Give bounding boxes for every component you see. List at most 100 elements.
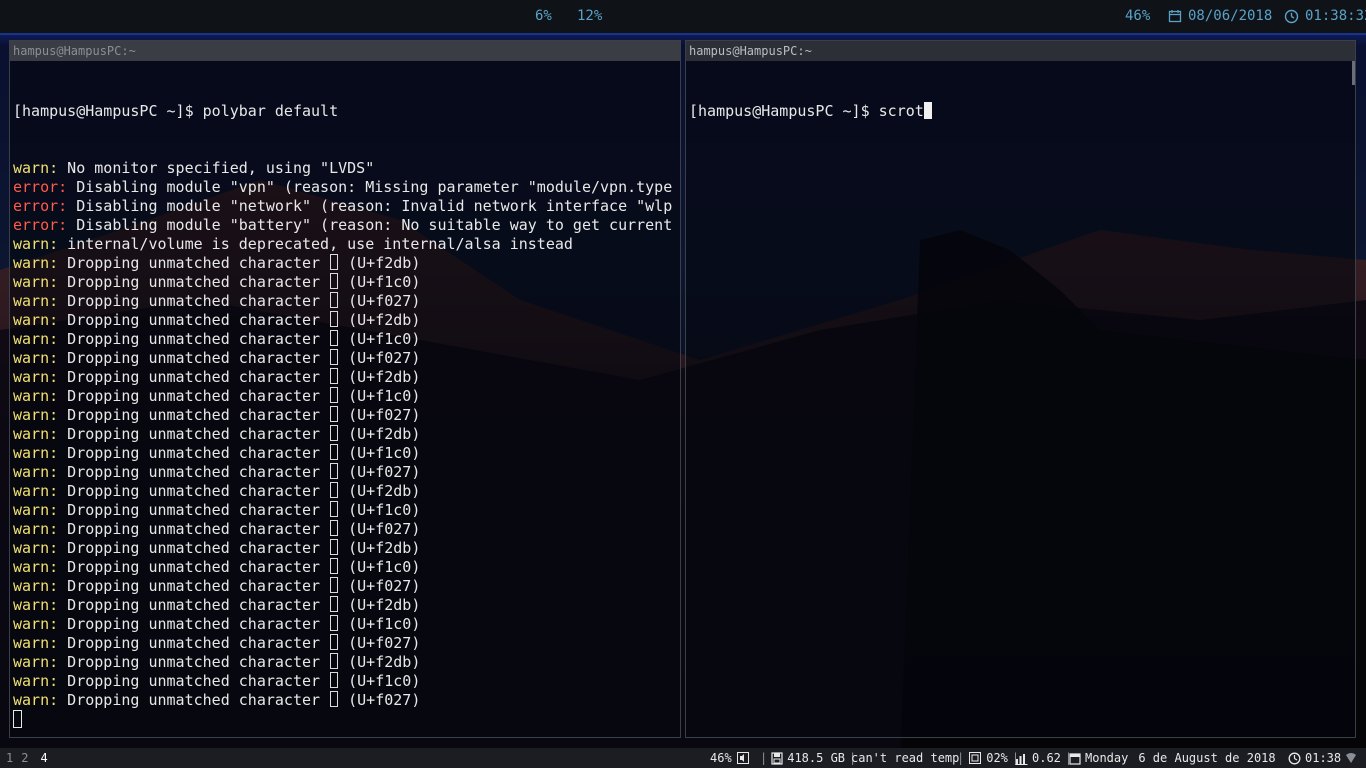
message-text: Dropping unmatched character [58, 482, 321, 500]
time-text: 01:38 [1305, 751, 1342, 765]
window-title[interactable]: hampus@HampusPC:~ [10, 41, 680, 61]
message-text: Dropping unmatched character [58, 311, 321, 329]
terminal-output[interactable]: [hampus@HampusPC ~]$ polybar default war… [10, 61, 680, 729]
disk-module: | 418.5 GB | [760, 748, 856, 768]
terminal-line: warn: Dropping unmatched character (U+f0… [13, 406, 680, 425]
unicode-code: (U+f1c0) [348, 387, 421, 405]
terminal-line: warn: Dropping unmatched character (U+f2… [13, 653, 680, 672]
clock-icon [1284, 9, 1299, 23]
terminal-line: warn: Dropping unmatched character (U+f0… [13, 577, 680, 596]
warn-label: warn: [13, 368, 59, 386]
warn-label: warn: [13, 425, 59, 443]
missing-glyph-icon [330, 463, 339, 479]
terminal-output[interactable]: [hampus@HampusPC ~]$ scrot [686, 61, 1355, 159]
message-text: Dropping unmatched character [58, 577, 321, 595]
calendar-icon [1069, 752, 1081, 765]
warn-label: warn: [13, 596, 59, 614]
missing-glyph-icon [330, 539, 339, 555]
warn-label: warn: [13, 539, 59, 557]
terminal-window-right[interactable]: hampus@HampusPC:~ [hampus@HampusPC ~]$ s… [685, 40, 1356, 738]
terminal-line: warn: Dropping unmatched character (U+f1… [13, 387, 680, 406]
warn-label: warn: [13, 311, 59, 329]
warn-label: warn: [13, 349, 59, 367]
message-text: Dropping unmatched character [58, 539, 321, 557]
warn-label: warn: [13, 387, 59, 405]
bottom-status-bar: 1 2 4 46% | 418.5 GB | can't read temp |… [0, 748, 1366, 768]
missing-glyph-icon [330, 501, 339, 517]
clock-module: 01:38:32 [1284, 8, 1366, 24]
terminal-line: warn: Dropping unmatched character (U+f2… [13, 596, 680, 615]
terminal-line: warn: Dropping unmatched character (U+f2… [13, 425, 680, 444]
missing-glyph-icon [330, 273, 339, 289]
terminal-line: warn: Dropping unmatched character (U+f0… [13, 349, 680, 368]
date-text: 6 de August de 2018 [1138, 751, 1276, 765]
text-cursor [13, 710, 22, 728]
terminal-line: warn: Dropping unmatched character (U+f1… [13, 672, 680, 691]
volume-module[interactable]: 46% [710, 748, 750, 768]
terminal-line: warn: Dropping unmatched character (U+f1… [13, 273, 680, 292]
workspace-2[interactable]: 2 [21, 748, 28, 768]
memory-usage: 12% [577, 8, 603, 24]
message-text: Dropping unmatched character [58, 558, 321, 576]
workspace-1[interactable]: 1 [6, 748, 13, 768]
missing-glyph-icon [330, 330, 339, 346]
scrollbar[interactable] [1352, 61, 1355, 85]
error-label: error: [13, 216, 68, 234]
terminal-window-left[interactable]: hampus@HampusPC:~ [hampus@HampusPC ~]$ p… [9, 40, 681, 738]
terminal-line: error: Disabling module "network" (reaso… [13, 197, 680, 216]
cpu-text: 02% [986, 751, 1008, 765]
missing-glyph-icon [330, 615, 339, 631]
message-text: Dropping unmatched character [58, 368, 321, 386]
unicode-code: (U+f2db) [348, 311, 421, 329]
separator: | [957, 751, 965, 765]
missing-glyph-icon [330, 254, 339, 270]
wifi-icon[interactable] [1345, 752, 1357, 764]
unicode-code: (U+f2db) [348, 596, 421, 614]
message-text: Dropping unmatched character [58, 273, 321, 291]
message-text: Dropping unmatched character [58, 501, 321, 519]
unicode-code: (U+f1c0) [348, 615, 421, 633]
message-text: Dropping unmatched character [58, 615, 321, 633]
warn-label: warn: [13, 615, 59, 633]
workspace-4[interactable]: 4 [40, 748, 47, 768]
clock-module: 01:38 [1288, 748, 1357, 768]
terminal-line: warn: Dropping unmatched character (U+f0… [13, 292, 680, 311]
unicode-code: (U+f1c0) [348, 672, 421, 690]
message-text: Dropping unmatched character [58, 330, 321, 348]
terminal-line: error: Disabling module "vpn" (reason: M… [13, 178, 680, 197]
message-text: Dropping unmatched character [58, 691, 321, 709]
terminal-line: warn: Dropping unmatched character (U+f0… [13, 691, 680, 710]
missing-glyph-icon [330, 406, 339, 422]
message-text: Dropping unmatched character [58, 672, 321, 690]
prompt-text: [hampus@HampusPC ~]$ scrot [689, 102, 924, 120]
window-title[interactable]: hampus@HampusPC:~ [686, 41, 1355, 61]
separator: | [760, 751, 768, 765]
terminal-line: error: Disabling module "battery" (reaso… [13, 216, 680, 235]
terminal-line: warn: Dropping unmatched character (U+f1… [13, 615, 680, 634]
terminal-line: warn: Dropping unmatched character (U+f1… [13, 330, 680, 349]
unicode-code: (U+f1c0) [348, 273, 421, 291]
unicode-code: (U+f027) [348, 406, 421, 424]
missing-glyph-icon [330, 520, 339, 536]
warn-label: warn: [13, 406, 59, 424]
unicode-code: (U+f1c0) [348, 330, 421, 348]
volume-icon [736, 752, 749, 764]
unicode-code: (U+f027) [348, 577, 421, 595]
message-text: Dropping unmatched character [58, 349, 321, 367]
missing-glyph-icon [330, 653, 339, 669]
temperature-text: can't read temp [851, 751, 960, 765]
missing-glyph-icon [330, 691, 339, 707]
terminal-line: warn: Dropping unmatched character (U+f2… [13, 368, 680, 387]
message-text: Dropping unmatched character [58, 596, 321, 614]
volume-level[interactable]: 46% [1125, 8, 1150, 24]
message-text: internal/volume is deprecated, use inter… [58, 235, 573, 253]
message-text: Disabling module "battery" (reason: No s… [67, 216, 673, 234]
message-text: Dropping unmatched character [58, 425, 321, 443]
date-text: 08/06/2018 [1188, 8, 1273, 24]
top-status-bar: 6% 12% 46% 08/06/2018 01:38:32 [0, 0, 1366, 33]
terminal-line: warn: Dropping unmatched character (U+f0… [13, 634, 680, 653]
unicode-code: (U+f2db) [348, 539, 421, 557]
warn-label: warn: [13, 634, 59, 652]
date-module: Monday 6 de August de 2018 [1069, 748, 1276, 768]
message-text: No monitor specified, using "LVDS" [58, 159, 375, 177]
